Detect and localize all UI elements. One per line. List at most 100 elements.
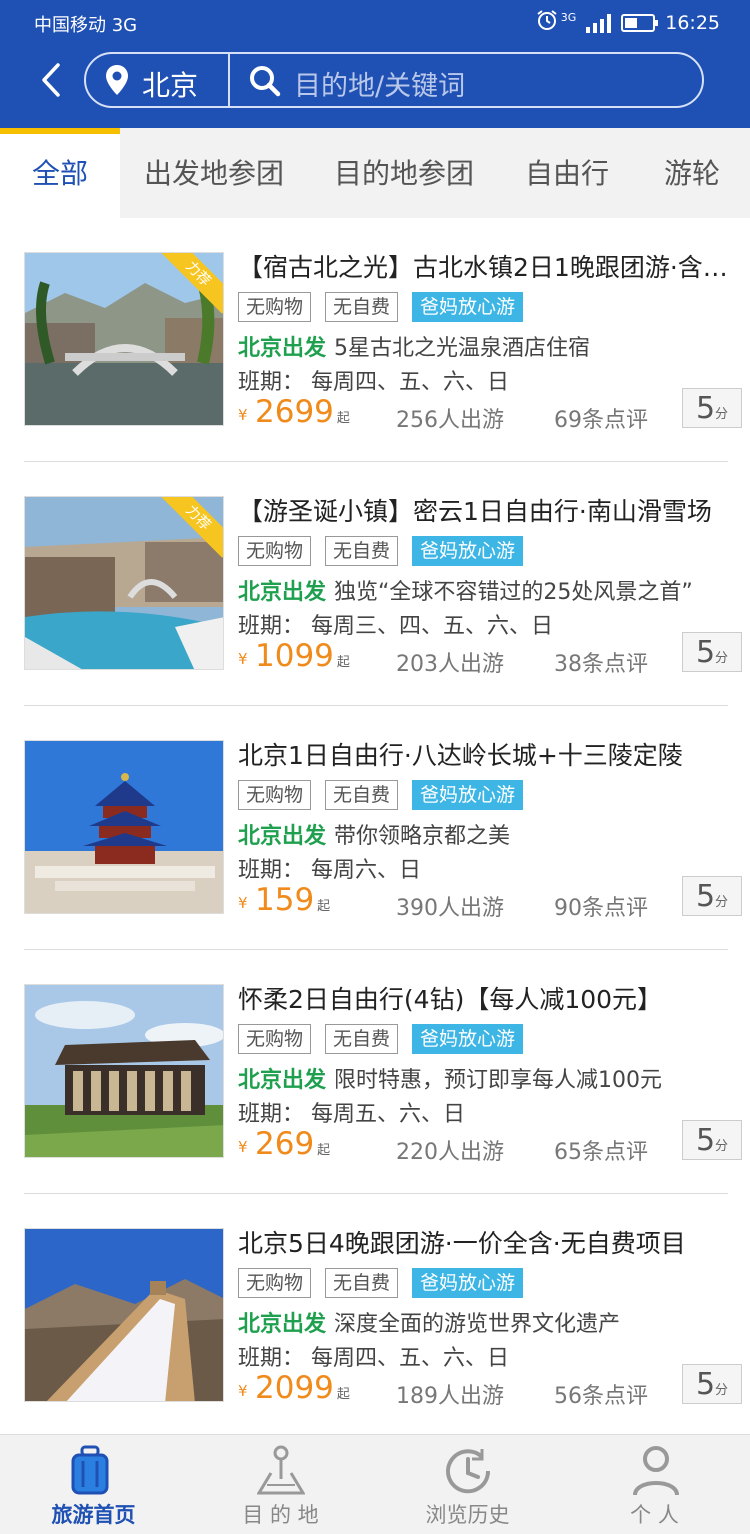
luggage-icon (70, 1445, 110, 1501)
review-count: 38条点评 (554, 652, 648, 677)
nav-profile-label: 个 人 (630, 1503, 679, 1527)
price-row: ¥ 2099 起 189人出游 56条点评 5分 (238, 1364, 742, 1410)
tour-title: 北京1日自由行·八达岭长城+十三陵定陵 (238, 741, 683, 770)
tour-list-item[interactable]: 力荐 【宿古北之光】古北水镇2日1晚跟团游·含司马台长城门票 无购物 无自费 爸… (24, 218, 742, 462)
schedule-text: 班期： 每周四、五、六、日 (238, 1346, 509, 1371)
tour-image-temple-of-heaven (24, 740, 224, 914)
tag-group: 无购物 无自费 爸妈放心游 (238, 292, 524, 322)
rating-score: 5分 (682, 388, 742, 428)
tour-image-pavilion (24, 984, 224, 1158)
bottom-nav: 旅游首页 目 的 地 浏览历史 个 人 (0, 1434, 750, 1534)
price-from-label: 起 (317, 1143, 331, 1158)
nav-home-label: 旅游首页 (51, 1503, 136, 1527)
chevron-left-icon (42, 63, 60, 97)
status-icons: 3G 16:25 (535, 9, 720, 36)
schedule-text: 班期： 每周四、五、六、日 (238, 370, 509, 395)
price-row: ¥ 2699 起 256人出游 69条点评 5分 (238, 388, 742, 434)
search-input[interactable]: 目的地/关键词 (294, 64, 465, 103)
signal-icon (586, 13, 612, 33)
nav-home[interactable]: 旅游首页 (0, 1435, 187, 1534)
tour-list-item[interactable]: 力荐 【游圣诞小镇】密云1日自由行·南山滑雪场 无购物 无自费 爸妈放心游 北京… (24, 462, 742, 706)
rating-score: 5分 (682, 632, 742, 672)
tour-list-item[interactable]: 北京5日4晚跟团游·一价全含·无自费项目 无购物 无自费 爸妈放心游 北京出发深… (24, 1194, 742, 1438)
tab-all[interactable]: 全部 (0, 128, 120, 218)
schedule-text: 班期： 每周六、日 (238, 858, 421, 883)
back-button[interactable] (38, 62, 64, 98)
price-from-label: 起 (336, 411, 350, 426)
tag-group: 无购物 无自费 爸妈放心游 (238, 1024, 524, 1054)
traveler-count: 189人出游 (396, 1384, 504, 1409)
nav-history[interactable]: 浏览历史 (374, 1435, 561, 1534)
tag-parents-friendly: 爸妈放心游 (412, 1268, 524, 1298)
location-pin-icon (104, 64, 130, 103)
tour-image-winter-town: 力荐 (24, 496, 224, 670)
price-from-label: 起 (336, 1387, 350, 1402)
tag-no-shopping: 无购物 (238, 780, 312, 810)
rating-score: 5分 (682, 1120, 742, 1160)
traveler-count: 256人出游 (396, 408, 504, 433)
category-tabs: 全部 出发地参团 目的地参团 自由行 游轮 (0, 128, 750, 218)
departure-city: 北京出发 (238, 580, 327, 605)
traveler-count: 203人出游 (396, 652, 504, 677)
tag-group: 无购物 无自费 爸妈放心游 (238, 1268, 524, 1298)
tour-title: 怀柔2日自由行(4钻)【每人减100元】 (238, 985, 663, 1014)
tour-highlight: 限时特惠，预订即享每人减100元 (334, 1068, 663, 1093)
tag-parents-friendly: 爸妈放心游 (412, 292, 524, 322)
review-count: 56条点评 (554, 1384, 648, 1409)
city-selector[interactable]: 北京 (86, 54, 230, 106)
price-value: 1099 起 (255, 638, 350, 674)
rating-score: 5分 (682, 1364, 742, 1404)
tour-list-item[interactable]: 北京1日自由行·八达岭长城+十三陵定陵 无购物 无自费 爸妈放心游 北京出发 带你… (24, 706, 742, 950)
tab-departure-group[interactable]: 出发地参团 (120, 128, 308, 218)
price-value: 159 起 (255, 882, 331, 918)
tour-highlight: 独览“全球不容错过的25处风景之首” (334, 580, 693, 605)
tour-image-great-wall (24, 1228, 224, 1402)
price-from-label: 起 (317, 899, 331, 914)
tag-parents-friendly: 爸妈放心游 (412, 536, 524, 566)
tag-no-shopping: 无购物 (238, 536, 312, 566)
tag-no-extra-fees: 无自费 (325, 292, 399, 322)
nav-destination[interactable]: 目 的 地 (187, 1435, 374, 1534)
price-row: ¥ 1099 起 203人出游 38条点评 5分 (238, 632, 742, 678)
battery-icon (621, 13, 659, 32)
schedule-text: 班期： 每周五、六、日 (238, 1102, 465, 1127)
currency-symbol: ¥ (238, 894, 248, 912)
departure-line: 北京出发 独览“全球不容错过的25处风景之首” (238, 574, 693, 606)
traveler-count: 390人出游 (396, 896, 504, 921)
carrier-label: 中国移动 3G (34, 15, 138, 36)
nav-profile[interactable]: 个 人 (561, 1435, 748, 1534)
currency-symbol: ¥ (238, 1382, 248, 1400)
departure-line: 北京出发 5星古北之光温泉酒店住宿 (238, 330, 590, 362)
departure-city: 北京出发 (238, 336, 327, 361)
tag-parents-friendly: 爸妈放心游 (412, 1024, 524, 1054)
tag-no-shopping: 无购物 (238, 1024, 312, 1054)
alarm-icon (535, 9, 559, 36)
tag-group: 无购物 无自费 爸妈放心游 (238, 536, 524, 566)
tour-list-item[interactable]: 怀柔2日自由行(4钻)【每人减100元】 无购物 无自费 爸妈放心游 北京出发限… (24, 950, 742, 1194)
network-type-label: 3G (560, 11, 577, 24)
price-value: 2099 起 (255, 1370, 350, 1406)
review-count: 69条点评 (554, 408, 648, 433)
app-header: 中国移动 3G 3G 16:25 北京 目的地/关键词 (0, 0, 750, 128)
traveler-count: 220人出游 (396, 1140, 504, 1165)
tag-parents-friendly: 爸妈放心游 (412, 780, 524, 810)
tab-free-travel[interactable]: 自由行 (500, 128, 634, 218)
tour-title: 北京5日4晚跟团游·一价全含·无自费项目 (238, 1229, 686, 1258)
tab-destination-group[interactable]: 目的地参团 (308, 128, 500, 218)
tag-no-extra-fees: 无自费 (325, 1268, 399, 1298)
tag-no-extra-fees: 无自费 (325, 536, 399, 566)
departure-line: 北京出发 带你领略京都之美 (238, 818, 510, 850)
nav-history-label: 浏览历史 (425, 1503, 510, 1527)
tour-title: 【宿古北之光】古北水镇2日1晚跟团游·含司马台长城门票 (238, 253, 732, 282)
tour-title: 【游圣诞小镇】密云1日自由行·南山滑雪场 (238, 497, 712, 526)
tab-cruise[interactable]: 游轮 (634, 128, 750, 218)
schedule-text: 班期： 每周三、四、五、六、日 (238, 614, 553, 639)
currency-symbol: ¥ (238, 406, 248, 424)
city-label: 北京 (142, 69, 199, 102)
tag-no-extra-fees: 无自费 (325, 780, 399, 810)
price-value: 269 起 (255, 1126, 331, 1162)
departure-city: 北京出发 (238, 1068, 327, 1093)
review-count: 65条点评 (554, 1140, 648, 1165)
clock-time: 16:25 (665, 11, 720, 34)
price-value: 2699 起 (255, 394, 350, 430)
